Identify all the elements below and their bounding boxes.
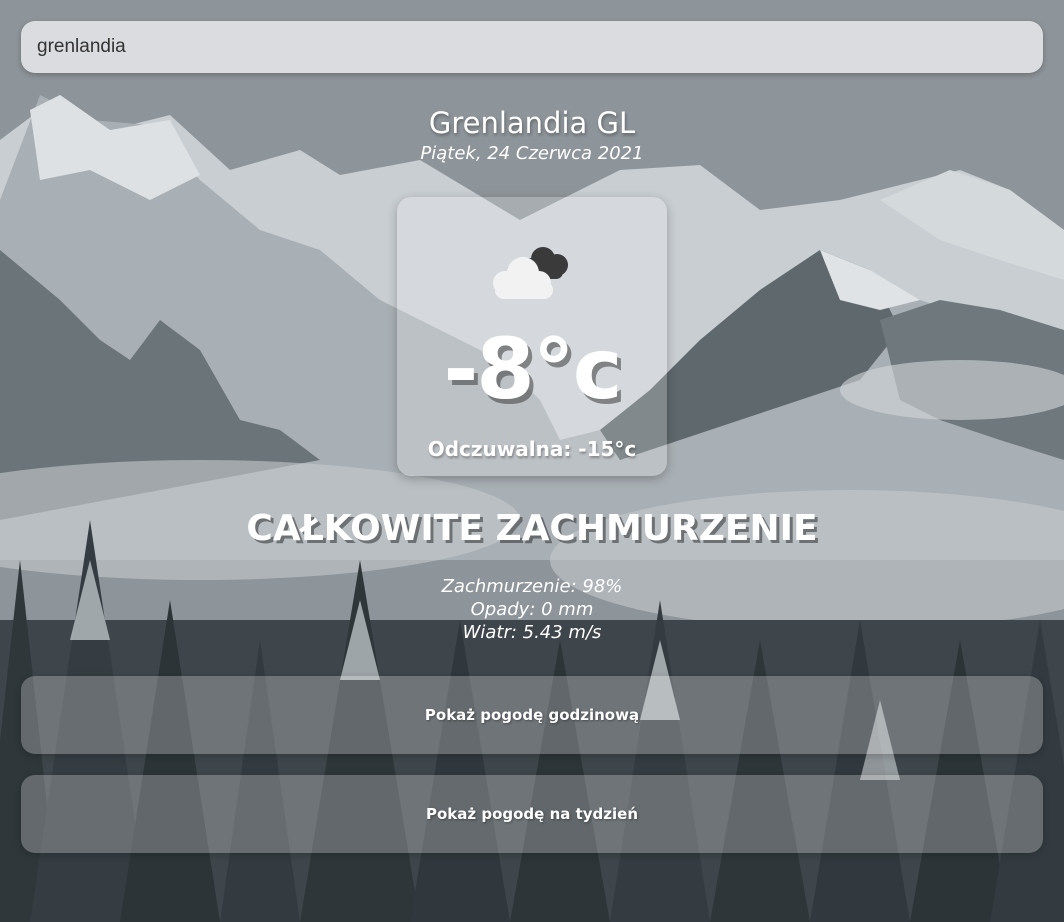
temperature-value: -8°c <box>443 320 622 418</box>
cloud-cover: Zachmurzenie: 98% <box>441 576 623 597</box>
search-bar <box>21 21 1043 73</box>
show-weekly-button[interactable]: Pokaż pogodę na tydzień <box>21 775 1043 853</box>
cloudy-icon <box>483 237 583 307</box>
current-date: Piątek, 24 Czerwca 2021 <box>420 143 644 164</box>
show-hourly-button[interactable]: Pokaż pogodę godzinową <box>21 676 1043 754</box>
feels-like-temperature: Odczuwalna: -15°c <box>427 437 637 461</box>
wind-speed: Wiatr: 5.43 m/s <box>462 622 602 643</box>
precipitation: Opady: 0 mm <box>470 599 594 620</box>
temperature-card: -8°c Odczuwalna: -15°c <box>397 197 667 476</box>
show-weekly-label: Pokaż pogodę na tydzień <box>426 805 638 823</box>
location-title: Grenlandia GL <box>428 106 636 140</box>
weather-condition: CAŁKOWITE ZACHMURZENIE <box>246 508 818 549</box>
show-hourly-label: Pokaż pogodę godzinową <box>424 706 640 724</box>
weather-details: Zachmurzenie: 98% Opady: 0 mm Wiatr: 5.4… <box>0 575 1064 644</box>
search-input[interactable] <box>21 21 1043 73</box>
